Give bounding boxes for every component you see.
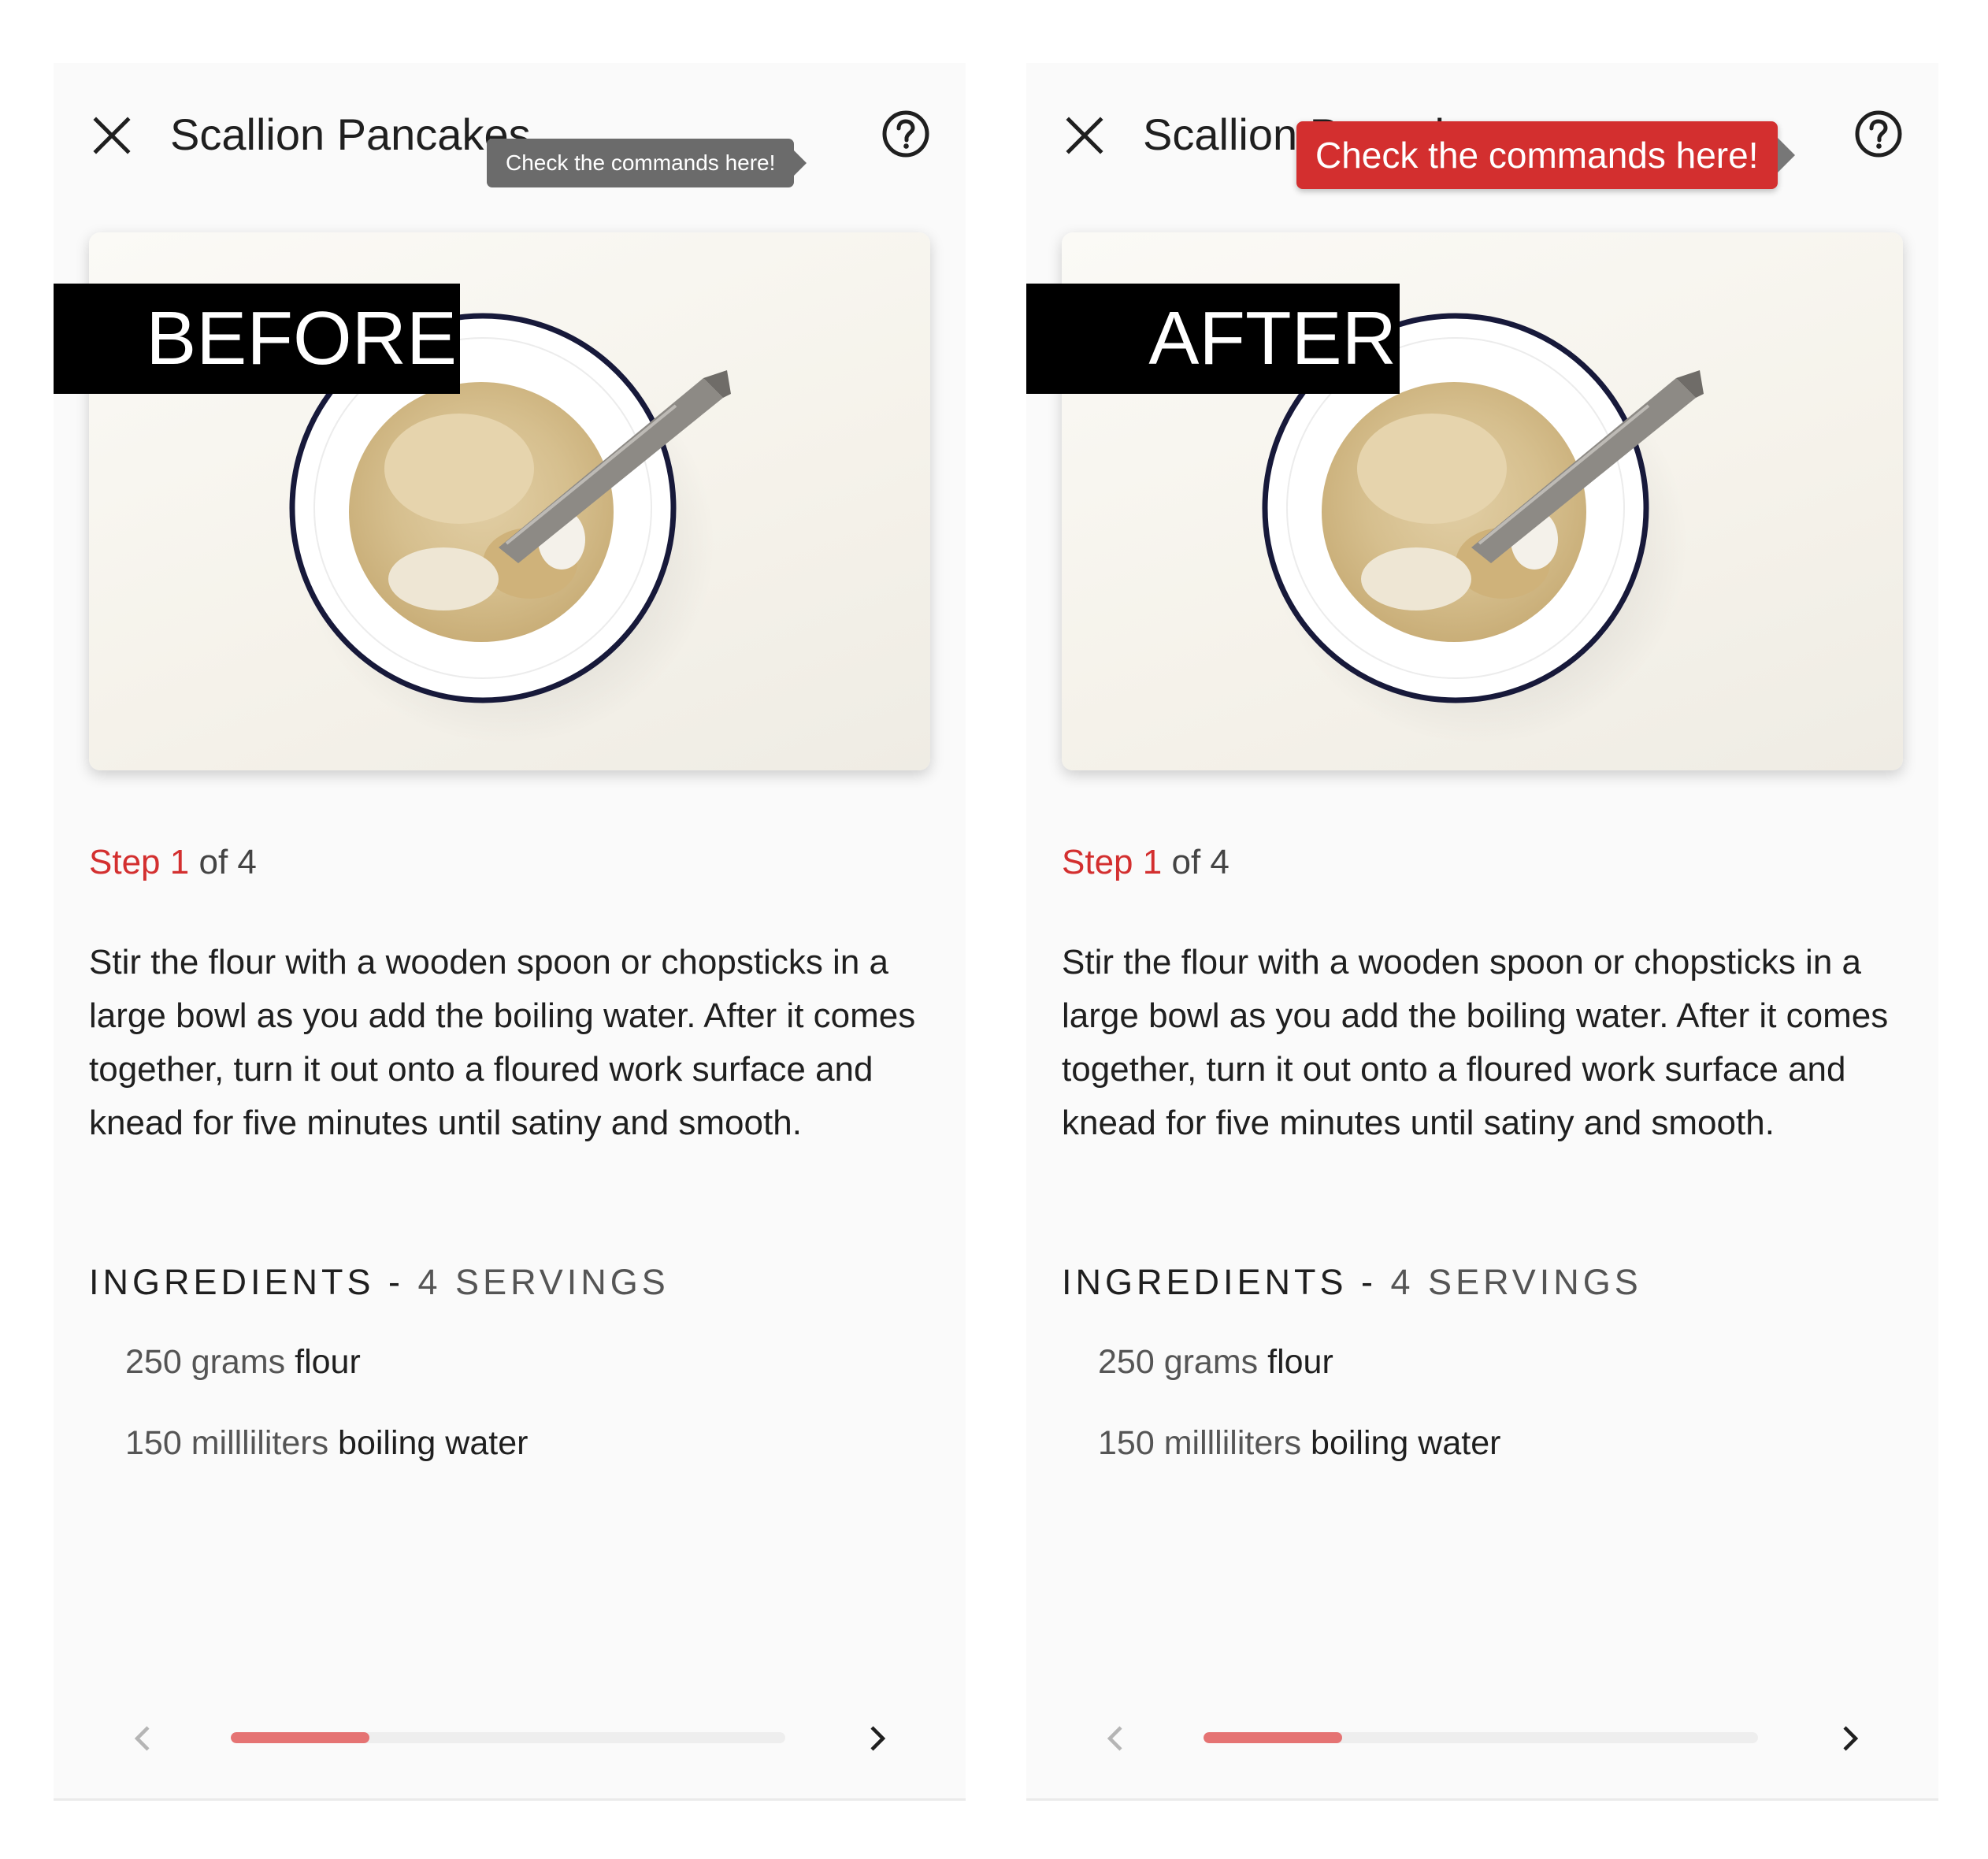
step-total: of 4 [1171,843,1230,881]
ingredient-quantity: 250 grams [1098,1343,1259,1381]
tooltip-arrow [794,150,807,176]
commands-tooltip[interactable]: Check the commands here! [487,139,807,187]
step-instruction: Stir the flour with a wooden spoon or ch… [1062,943,1889,1142]
next-step-button[interactable] [859,1721,894,1756]
commands-tooltip[interactable]: Check the commands here! [1296,121,1795,189]
divider [54,1798,966,1801]
progress-fill [1204,1732,1342,1743]
tooltip-text: Check the commands here! [506,150,776,175]
servings-count: 4 SERVINGS [1390,1262,1642,1302]
ingredient-item: 250 grams flour [1098,1343,1333,1382]
step-current: 1 [169,843,190,881]
ingredient-quantity: 250 grams [125,1343,286,1381]
before-panel: Scallion Pancakes Check the commands her… [54,63,966,1801]
previous-step-button[interactable] [1099,1721,1133,1756]
ingredients-heading: INGREDIENTS - 4 SERVINGS [89,1262,669,1303]
tooltip-arrow [1777,138,1795,173]
chevron-left-icon [134,1726,150,1751]
close-button[interactable] [88,112,135,159]
servings-count: 4 SERVINGS [417,1262,669,1302]
divider [1026,1798,1938,1801]
progress-fill [231,1732,369,1743]
step-current: 1 [1142,843,1163,881]
help-circle-icon [882,110,929,158]
step-indicator: Step 1 of 4 [89,843,257,882]
step-word: Step [89,843,161,881]
ingredients-label: INGREDIENTS - [89,1262,418,1302]
ingredient-item: 250 grams flour [125,1343,361,1382]
ingredient-name: flour [295,1343,361,1381]
next-step-button[interactable] [1832,1721,1867,1756]
after-panel: Scallion Pancakes Check the commands her… [1026,63,1938,1801]
close-icon [1066,117,1103,154]
ingredient-name: boiling water [1311,1424,1501,1462]
ingredient-quantity: 150 millliliters [1098,1424,1302,1462]
chevron-left-icon [1107,1726,1122,1751]
close-button[interactable] [1061,112,1108,159]
before-label: BEFORE [54,284,460,394]
chevron-right-icon [870,1726,886,1751]
ingredient-name: flour [1267,1343,1333,1381]
ingredients-label: INGREDIENTS - [1062,1262,1391,1302]
after-label: AFTER [1026,284,1400,394]
tooltip-text: Check the commands here! [1315,135,1759,176]
ingredient-name: boiling water [338,1424,529,1462]
step-progress-bar [231,1732,785,1743]
step-instruction: Stir the flour with a wooden spoon or ch… [89,943,916,1142]
step-progress-bar [1204,1732,1758,1743]
help-circle-icon [1855,110,1902,158]
recipe-title: Scallion Pancakes [170,109,531,159]
ingredients-heading: INGREDIENTS - 4 SERVINGS [1062,1262,1642,1303]
help-button[interactable] [881,109,931,159]
ingredient-item: 150 millliliters boiling water [125,1424,528,1463]
step-word: Step [1062,843,1133,881]
previous-step-button[interactable] [126,1721,161,1756]
ingredient-item: 150 millliliters boiling water [1098,1424,1500,1463]
step-total: of 4 [198,843,257,881]
ingredient-quantity: 150 millliliters [125,1424,329,1462]
chevron-right-icon [1843,1726,1859,1751]
help-button[interactable] [1853,109,1904,159]
step-indicator: Step 1 of 4 [1062,843,1230,882]
close-icon [93,117,131,154]
